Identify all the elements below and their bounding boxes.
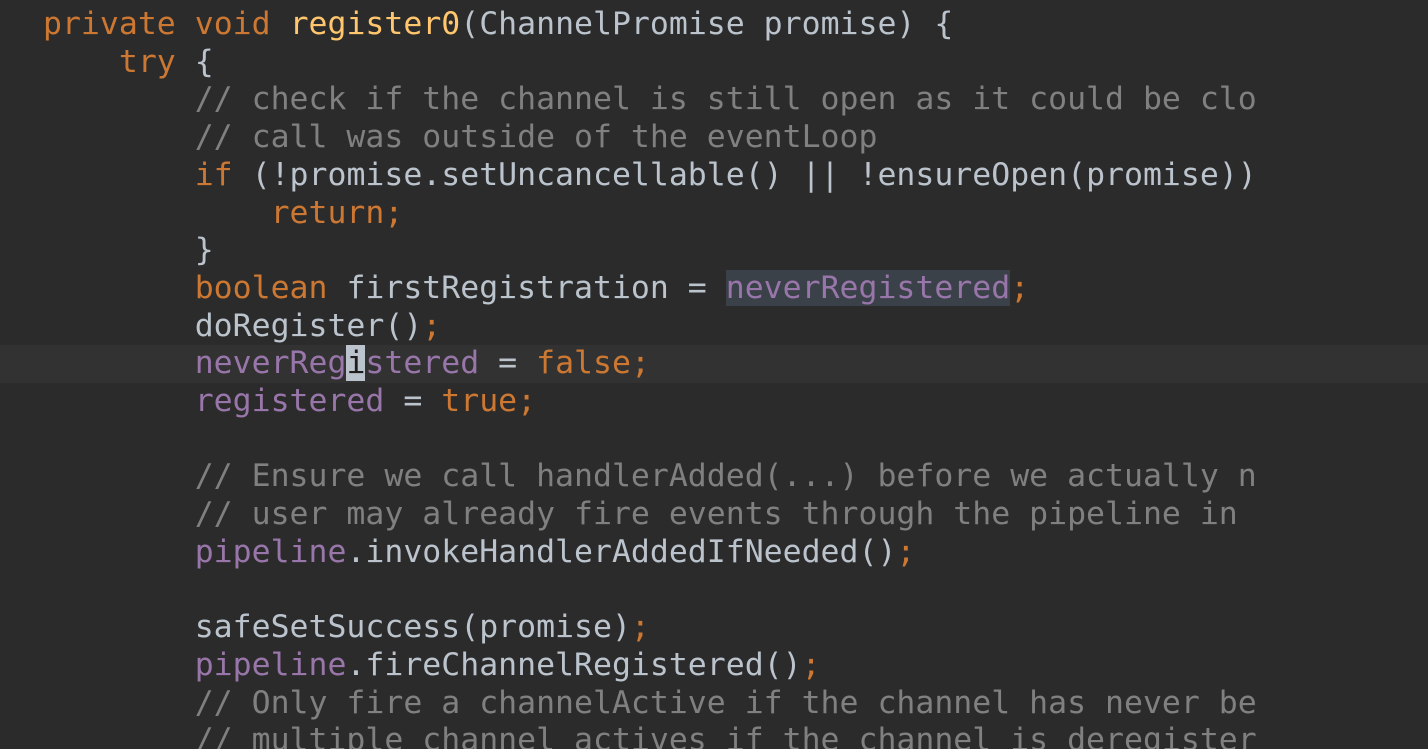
code-token: true (441, 383, 518, 419)
code-token: boolean (194, 269, 328, 306)
code-token: registered (194, 383, 385, 419)
code-token: ; (630, 609, 650, 646)
code-token: // call was outside of the eventLoop (194, 119, 878, 156)
code-line[interactable]: return; (0, 195, 1428, 233)
code-line[interactable]: // Only fire a channelActive if the chan… (0, 685, 1428, 723)
code-token: = (384, 383, 442, 419)
code-token: ; (517, 383, 537, 419)
code-line[interactable]: } (0, 232, 1428, 270)
code-token: neverReg (194, 345, 347, 382)
code-token: .fireChannelRegistered() (346, 646, 802, 683)
code-line[interactable]: safeSetSuccess(promise); (0, 609, 1428, 647)
code-token: stered (365, 345, 480, 382)
code-token: doRegister() (194, 307, 423, 344)
code-token: firstRegistration = (327, 269, 726, 306)
code-token: safeSetSuccess(promise) (194, 609, 631, 646)
code-token: // Only fire a channelActive if the chan… (194, 684, 1257, 721)
code-token: // multiple channel actives if the chann… (194, 722, 1257, 749)
code-token: ; (422, 307, 442, 344)
code-line[interactable]: private void register0(ChannelPromise pr… (0, 6, 1428, 44)
code-line[interactable]: if (!promise.setUncancellable() || !ensu… (0, 157, 1428, 195)
code-line[interactable]: // multiple channel actives if the chann… (0, 722, 1428, 749)
code-line[interactable]: boolean firstRegistration = neverRegiste… (0, 269, 1428, 308)
code-token: private (43, 6, 176, 42)
code-token: = (479, 345, 537, 382)
code-token: pipeline (194, 533, 347, 570)
code-token: ; (896, 533, 916, 570)
code-line[interactable] (0, 421, 1428, 459)
code-token: false (536, 345, 631, 382)
code-token: // check if the channel is still open as… (194, 81, 1257, 118)
code-token: ; (801, 646, 821, 683)
code-line[interactable]: try { (0, 44, 1428, 82)
code-line[interactable]: doRegister(); (0, 308, 1428, 346)
code-token: void (194, 6, 271, 42)
code-line[interactable]: registered = true; (0, 383, 1428, 421)
code-token: // user may already fire events through … (194, 496, 1238, 533)
usage-highlight: neverRegistered (725, 269, 1011, 306)
code-line[interactable]: // Ensure we call handlerAdded(...) befo… (0, 458, 1428, 496)
code-token: .invokeHandlerAddedIfNeeded() (346, 533, 897, 570)
text-caret: i (346, 345, 366, 382)
code-token: // Ensure we call handlerAdded(...) befo… (194, 458, 1257, 495)
code-line[interactable]: // check if the channel is still open as… (0, 81, 1428, 119)
code-token: (ChannelPromise promise) { (460, 6, 954, 42)
code-token: { (175, 43, 214, 80)
code-line[interactable]: // user may already fire events through … (0, 496, 1428, 534)
code-token: return (270, 194, 385, 231)
code-line[interactable] (0, 572, 1428, 610)
code-line[interactable]: pipeline.invokeHandlerAddedIfNeeded(); (0, 534, 1428, 572)
code-token: if (194, 156, 233, 193)
code-editor[interactable]: private void register0(ChannelPromise pr… (0, 0, 1428, 749)
code-token: pipeline (194, 646, 347, 683)
code-line[interactable]: pipeline.fireChannelRegistered(); (0, 647, 1428, 685)
code-token: ; (630, 345, 650, 382)
code-token: ; (1010, 269, 1030, 306)
code-token: } (194, 232, 214, 269)
code-token: try (118, 43, 176, 80)
code-line[interactable]: // call was outside of the eventLoop (0, 119, 1428, 157)
code-token: register0 (289, 6, 461, 42)
code-token: ; (384, 194, 404, 231)
code-token: (!promise.setUncancellable() || !ensureO… (232, 156, 1257, 193)
code-line-current[interactable]: neverRegistered = false; (0, 345, 1428, 383)
